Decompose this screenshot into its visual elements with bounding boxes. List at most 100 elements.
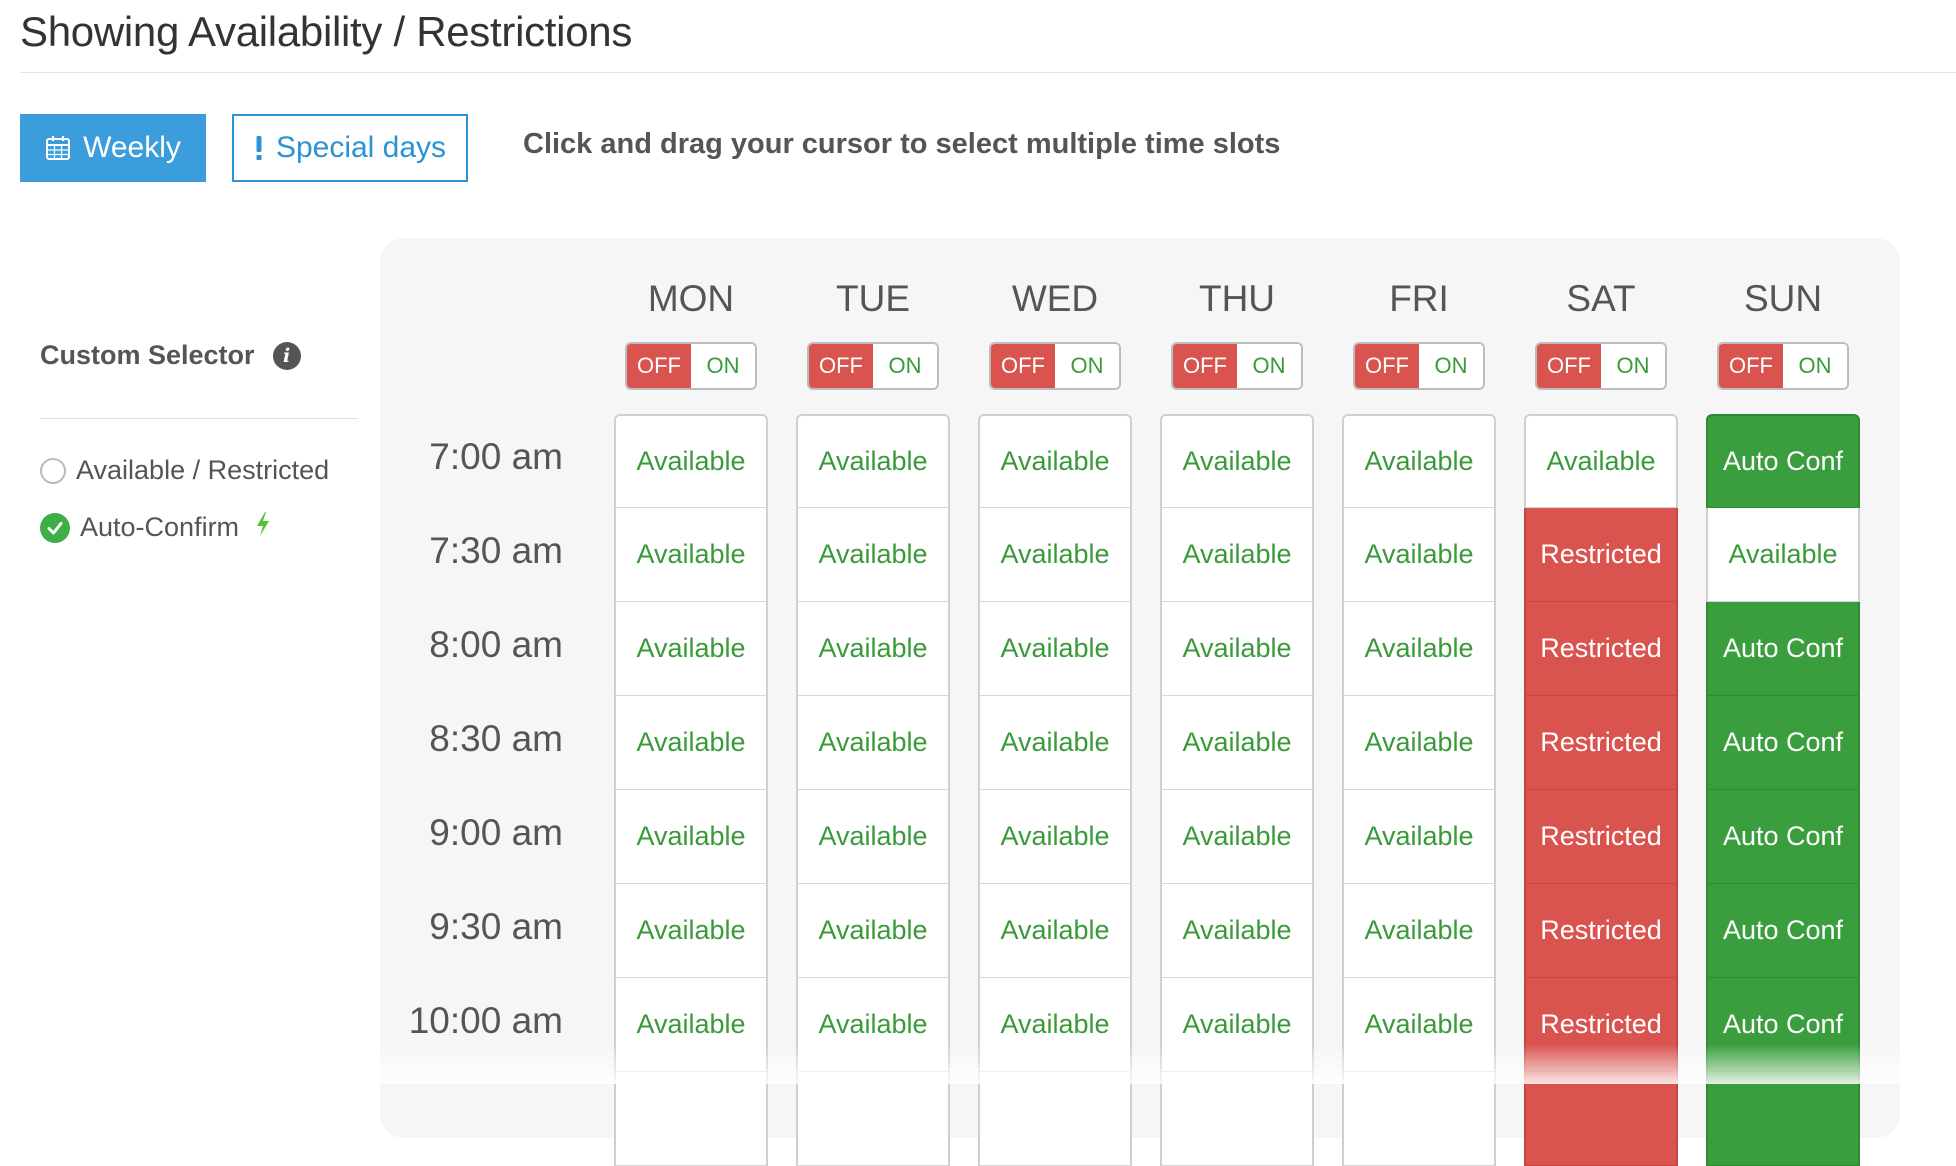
time-slot-cell-partial[interactable] xyxy=(978,1072,1132,1166)
time-slot-cell[interactable]: Available xyxy=(796,884,950,978)
time-slot-cell[interactable]: Available xyxy=(978,884,1132,978)
time-slot-cell[interactable]: Auto Conf xyxy=(1706,884,1860,978)
time-slot-cell[interactable]: Available xyxy=(1524,414,1678,508)
time-slot-cell[interactable]: Auto Conf xyxy=(1706,978,1860,1072)
toggle-off-option[interactable]: OFF xyxy=(1719,344,1783,388)
time-slot-cell-partial[interactable] xyxy=(1342,1072,1496,1166)
day-header-fri: FRI xyxy=(1389,278,1449,319)
time-slot-cell[interactable]: Available xyxy=(1342,414,1496,508)
time-slot-cell[interactable]: Available xyxy=(796,696,950,790)
time-slot-cell[interactable]: Available xyxy=(614,508,768,602)
weekly-tab-button[interactable]: Weekly xyxy=(20,114,206,182)
toggle-off-option[interactable]: OFF xyxy=(1173,344,1237,388)
day-toggle-fri[interactable]: OFF ON xyxy=(1353,342,1485,390)
day-toggle-wed[interactable]: OFF ON xyxy=(989,342,1121,390)
time-slot-cell[interactable]: Available xyxy=(796,602,950,696)
time-slot-cell[interactable]: Available xyxy=(1160,884,1314,978)
time-slot-cell[interactable]: Available xyxy=(978,414,1132,508)
radio-checked-icon[interactable] xyxy=(40,512,70,543)
time-slot-cell[interactable]: Available xyxy=(1160,602,1314,696)
time-slot-cell[interactable]: Available xyxy=(1342,696,1496,790)
day-header-mon: MON xyxy=(647,278,735,319)
time-label: 7:30 am xyxy=(429,530,563,571)
option-label: Available / Restricted xyxy=(76,455,330,485)
time-slot-cell[interactable]: Available xyxy=(1160,414,1314,508)
time-slot-cell[interactable]: Available xyxy=(1342,884,1496,978)
time-slot-cell[interactable]: Restricted xyxy=(1524,602,1678,696)
time-slot-cell[interactable]: Available xyxy=(1342,978,1496,1072)
calendar-icon xyxy=(45,135,71,161)
time-slot-cell[interactable]: Available xyxy=(614,790,768,884)
time-slot-cell[interactable]: Available xyxy=(1160,790,1314,884)
drag-hint-text: Click and drag your cursor to select mul… xyxy=(523,128,1281,160)
time-slot-cell[interactable]: Available xyxy=(978,978,1132,1072)
time-slot-cell[interactable]: Available xyxy=(614,978,768,1072)
time-slot-cell[interactable]: Auto Conf xyxy=(1706,696,1860,790)
time-label: 8:30 am xyxy=(429,718,563,759)
info-icon[interactable]: i xyxy=(272,341,301,370)
toggle-on-option[interactable]: ON xyxy=(1055,344,1119,388)
time-slot-cell[interactable]: Available xyxy=(1160,978,1314,1072)
time-slot-cell[interactable]: Restricted xyxy=(1524,508,1678,602)
time-slot-cell[interactable]: Available xyxy=(978,508,1132,602)
time-slot-cell[interactable]: Available xyxy=(614,884,768,978)
time-slot-cell[interactable]: Auto Conf xyxy=(1706,790,1860,884)
time-slot-cell-partial[interactable] xyxy=(1706,1072,1860,1166)
toggle-on-option[interactable]: ON xyxy=(1783,344,1847,388)
toggle-on-option[interactable]: ON xyxy=(873,344,937,388)
time-slot-cell[interactable]: Auto Conf xyxy=(1706,602,1860,696)
sidebar-divider xyxy=(40,418,358,419)
time-slot-cell[interactable]: Available xyxy=(1342,790,1496,884)
time-slot-cell[interactable]: Auto Conf xyxy=(1706,414,1860,508)
time-slot-cell[interactable]: Available xyxy=(978,602,1132,696)
time-slot-cell[interactable]: Restricted xyxy=(1524,884,1678,978)
time-slot-cell[interactable]: Available xyxy=(796,978,950,1072)
toggle-off-option[interactable]: OFF xyxy=(1355,344,1419,388)
toggle-off-option[interactable]: OFF xyxy=(809,344,873,388)
time-slot-cell[interactable]: Available xyxy=(978,696,1132,790)
time-label: 10:00 am xyxy=(408,1000,563,1041)
weekly-tab-label: Weekly xyxy=(83,131,181,164)
toggle-off-option[interactable]: OFF xyxy=(627,344,691,388)
day-header-thu: THU xyxy=(1198,278,1276,319)
time-label: 9:30 am xyxy=(429,906,563,947)
time-slot-cell[interactable]: Available xyxy=(978,790,1132,884)
special-days-tab-button[interactable]: Special days xyxy=(232,114,468,182)
day-toggle-mon[interactable]: OFF ON xyxy=(625,342,757,390)
day-toggle-thu[interactable]: OFF ON xyxy=(1171,342,1303,390)
toggle-on-option[interactable]: ON xyxy=(691,344,755,388)
time-slot-cell[interactable]: Restricted xyxy=(1524,978,1678,1072)
toggle-off-option[interactable]: OFF xyxy=(991,344,1055,388)
toggle-on-option[interactable]: ON xyxy=(1601,344,1665,388)
day-toggle-tue[interactable]: OFF ON xyxy=(807,342,939,390)
day-toggle-sat[interactable]: OFF ON xyxy=(1535,342,1667,390)
custom-selector-heading: Custom Selector i xyxy=(40,340,301,371)
time-slot-cell[interactable]: Available xyxy=(614,696,768,790)
time-slot-cell[interactable]: Available xyxy=(1706,508,1860,602)
time-slot-cell[interactable]: Available xyxy=(796,414,950,508)
time-slot-cell[interactable]: Available xyxy=(1160,696,1314,790)
toggle-on-option[interactable]: ON xyxy=(1237,344,1301,388)
time-slot-cell[interactable]: Available xyxy=(1342,508,1496,602)
time-slot-cell[interactable]: Available xyxy=(1342,602,1496,696)
time-slot-cell-partial[interactable] xyxy=(614,1072,768,1166)
time-slot-cell[interactable]: Available xyxy=(796,508,950,602)
option-auto-confirm[interactable]: Auto-Confirm xyxy=(40,511,271,544)
time-slot-cell[interactable]: Restricted xyxy=(1524,696,1678,790)
time-slot-cell[interactable]: Available xyxy=(614,602,768,696)
day-header-wed: WED xyxy=(1011,278,1099,319)
day-header-sat: SAT xyxy=(1566,278,1636,319)
day-toggle-sun[interactable]: OFF ON xyxy=(1717,342,1849,390)
time-slot-cell[interactable]: Available xyxy=(1160,508,1314,602)
time-slot-cell-partial[interactable] xyxy=(1524,1072,1678,1166)
radio-unchecked-icon[interactable] xyxy=(40,457,66,484)
option-available-restricted[interactable]: Available / Restricted xyxy=(40,455,329,486)
time-slot-cell[interactable]: Available xyxy=(614,414,768,508)
toggle-off-option[interactable]: OFF xyxy=(1537,344,1601,388)
time-slot-cell-partial[interactable] xyxy=(1160,1072,1314,1166)
toggle-on-option[interactable]: ON xyxy=(1419,344,1483,388)
time-slot-cell[interactable]: Restricted xyxy=(1524,790,1678,884)
time-slot-cell[interactable]: Available xyxy=(796,790,950,884)
custom-selector-label: Custom Selector xyxy=(40,340,255,370)
time-slot-cell-partial[interactable] xyxy=(796,1072,950,1166)
